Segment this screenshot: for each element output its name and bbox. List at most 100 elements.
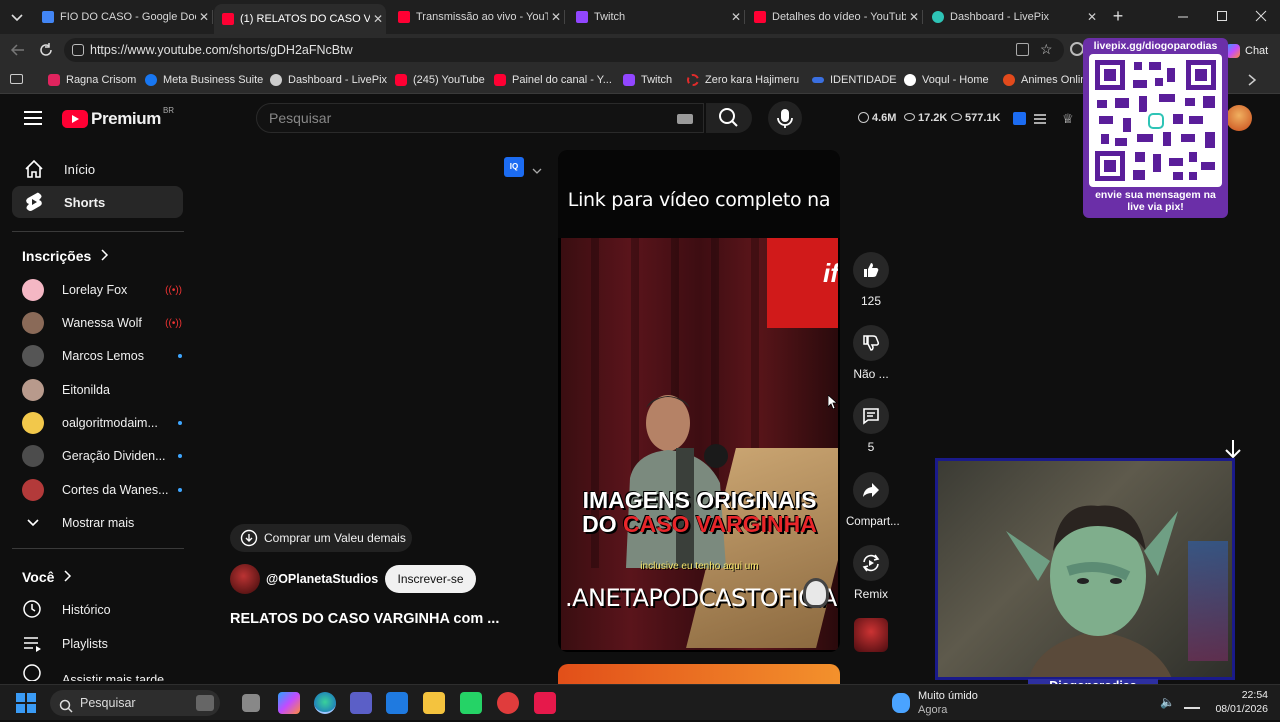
obs-icon[interactable] xyxy=(497,692,519,714)
keyboard-icon[interactable] xyxy=(677,114,693,124)
avatar xyxy=(22,412,44,434)
tab-detalhes-video[interactable]: Detalhes do vídeo - YouTube ✕ xyxy=(746,4,923,30)
share-button[interactable]: Compart... xyxy=(846,472,900,528)
voice-search-button[interactable] xyxy=(768,101,802,135)
sidebar-item-history[interactable]: Histórico xyxy=(22,597,182,623)
chevron-right-icon[interactable] xyxy=(1246,73,1258,87)
avatar xyxy=(22,479,44,501)
teams-icon[interactable] xyxy=(350,692,372,714)
youtube-premium-logo[interactable]: Premium BR xyxy=(62,106,174,130)
extensions-icon[interactable] xyxy=(1070,42,1084,56)
astronaut-icon xyxy=(803,578,829,608)
new-tab-button[interactable]: + xyxy=(1108,6,1128,26)
sidebar-item-cortes-wanessa[interactable]: Cortes da Wanes... xyxy=(22,477,182,503)
reload-icon[interactable] xyxy=(38,42,54,58)
task-view-icon[interactable] xyxy=(242,694,260,712)
tab-list-icon[interactable] xyxy=(8,9,26,25)
streaming-app-icon[interactable] xyxy=(534,692,556,714)
taskbar-search[interactable]: Pesquisar xyxy=(50,690,220,716)
sidebar-item-home[interactable]: Início xyxy=(12,153,183,185)
subscriptions-header[interactable]: Inscrições xyxy=(22,248,109,264)
sidebar-item-oalgoritmodaim[interactable]: oalgoritmodaim... xyxy=(22,410,182,436)
windows-taskbar: Pesquisar Muito úmido Agora 🔈 22:54 08/0… xyxy=(0,684,1280,720)
site-info-icon[interactable] xyxy=(72,44,84,56)
twitch-icon xyxy=(576,11,588,23)
tab-google-docs[interactable]: FIO DO CASO - Google Docs ✕ xyxy=(34,4,213,30)
network-icon[interactable] xyxy=(1184,695,1200,709)
video-title[interactable]: RELATOS DO CASO VARGINHA com ... xyxy=(230,611,499,627)
close-window-button[interactable] xyxy=(1254,9,1268,23)
url-field[interactable]: https://www.youtube.com/shorts/gDH2aFNcB… xyxy=(64,38,1064,62)
channel-avatar[interactable] xyxy=(230,564,260,594)
close-icon[interactable]: ✕ xyxy=(548,10,564,24)
menu-icon[interactable] xyxy=(24,111,42,125)
minimize-button[interactable] xyxy=(1176,9,1190,23)
sidebar-item-marcos-lemos[interactable]: Marcos Lemos xyxy=(22,343,182,369)
sound-avatar[interactable] xyxy=(854,618,888,652)
avatar[interactable] xyxy=(1226,105,1252,131)
show-more-button[interactable]: Mostrar mais xyxy=(22,510,182,536)
split-screen-icon[interactable] xyxy=(1016,43,1029,56)
sidebar-item-wanessa-wolf[interactable]: Wanessa Wolf ((•)) xyxy=(22,310,182,336)
back-arrow-icon[interactable] xyxy=(10,42,26,58)
dislike-button[interactable]: Não ... xyxy=(846,325,896,381)
close-icon[interactable]: ✕ xyxy=(728,10,744,24)
bookmark-identidade[interactable]: IDENTIDADE xyxy=(812,72,897,88)
subscribe-button[interactable]: Inscrever-se xyxy=(385,565,476,593)
tab-livepix[interactable]: Dashboard - LivePix ✕ xyxy=(924,4,1100,30)
bookmark-star-icon[interactable]: ☆ xyxy=(1040,42,1054,56)
bookmark-ragna-crisom[interactable]: Ragna Crisom xyxy=(48,72,136,88)
extension-iq-icon[interactable] xyxy=(1013,112,1026,125)
copilot-icon[interactable] xyxy=(278,692,300,714)
search-button[interactable] xyxy=(706,103,752,133)
maximize-button[interactable] xyxy=(1215,9,1229,23)
like-button[interactable]: 125 xyxy=(846,252,896,308)
comments-button[interactable]: 5 xyxy=(846,398,896,454)
search-input[interactable]: Pesquisar xyxy=(256,103,704,133)
volume-icon[interactable]: 🔈 xyxy=(1160,695,1175,709)
close-icon[interactable]: ✕ xyxy=(370,12,386,26)
you-header[interactable]: Você xyxy=(22,569,72,585)
edge-icon[interactable] xyxy=(314,692,336,714)
short-video-player[interactable]: Link para vídeo completo na bio if IMAGE… xyxy=(558,150,840,652)
windows-start-icon[interactable] xyxy=(16,693,36,713)
remix-button[interactable]: Remix xyxy=(846,545,896,601)
sidebar-item-shorts[interactable]: Shorts xyxy=(12,186,183,218)
list-icon[interactable] xyxy=(1034,112,1046,124)
tab-transmissao[interactable]: Transmissão ao vivo - YouTube ✕ xyxy=(390,4,565,30)
bookmark-meta-business[interactable]: Meta Business Suite xyxy=(145,72,263,88)
copilot-chat-button[interactable]: Chat xyxy=(1226,43,1268,59)
channel-handle[interactable]: @OPlanetaStudios xyxy=(266,572,378,586)
bookmark-dashboard-livepix[interactable]: Dashboard - LivePix xyxy=(270,72,387,88)
buy-thanks-button[interactable]: Comprar um Valeu demais xyxy=(230,524,412,552)
whatsapp-icon[interactable] xyxy=(460,692,482,714)
trophy-icon[interactable]: ♕ xyxy=(1062,111,1076,126)
sidebar-item-lorelay-fox[interactable]: Lorelay Fox ((•)) xyxy=(22,277,182,303)
extension-iq-button[interactable]: IQ xyxy=(504,157,524,177)
close-icon[interactable]: ✕ xyxy=(196,10,212,24)
sidebar-item-eitonilda[interactable]: Eitonilda xyxy=(22,377,182,403)
close-icon[interactable]: ✕ xyxy=(1084,10,1100,24)
store-icon[interactable] xyxy=(386,692,408,714)
sidebar-item-geracao-dividendos[interactable]: Geração Dividen... xyxy=(22,443,182,469)
short-video-frame[interactable]: if IMAGENS ORIGINAIS DO CASO VARGINHA in… xyxy=(561,238,838,650)
file-explorer-icon[interactable] xyxy=(423,692,445,714)
reading-list-icon[interactable] xyxy=(10,74,23,84)
weather-widget[interactable]: Muito úmido Agora xyxy=(892,689,992,717)
history-icon xyxy=(22,599,44,622)
bookmark-voqul[interactable]: Voqul - Home xyxy=(904,72,989,88)
close-icon[interactable]: ✕ xyxy=(906,10,922,24)
youtube-icon xyxy=(395,74,407,86)
browser-tab-bar: FIO DO CASO - Google Docs ✕ (1) RELATOS … xyxy=(0,0,1280,34)
sidebar-item-playlists[interactable]: Playlists xyxy=(22,631,182,657)
sidebar-item-watch-later[interactable]: Assistir mais tarde xyxy=(22,663,182,681)
clock[interactable]: 22:54 08/01/2026 xyxy=(1206,688,1268,716)
bookmark-zero-kara[interactable]: Zero kara Hajimeru xyxy=(687,72,799,88)
bookmark-animes-online[interactable]: Animes Online xyxy=(1003,72,1093,88)
bookmark-youtube[interactable]: (245) YouTube xyxy=(395,72,485,88)
chevron-down-icon[interactable] xyxy=(532,162,542,174)
bookmark-twitch[interactable]: Twitch xyxy=(623,72,672,88)
bookmark-painel-canal[interactable]: Painel do canal - Y... xyxy=(494,72,612,88)
tab-twitch[interactable]: Twitch ✕ xyxy=(568,4,745,30)
tab-relatos-varginha[interactable]: (1) RELATOS DO CASO VARGINHA ✕ xyxy=(214,4,386,34)
